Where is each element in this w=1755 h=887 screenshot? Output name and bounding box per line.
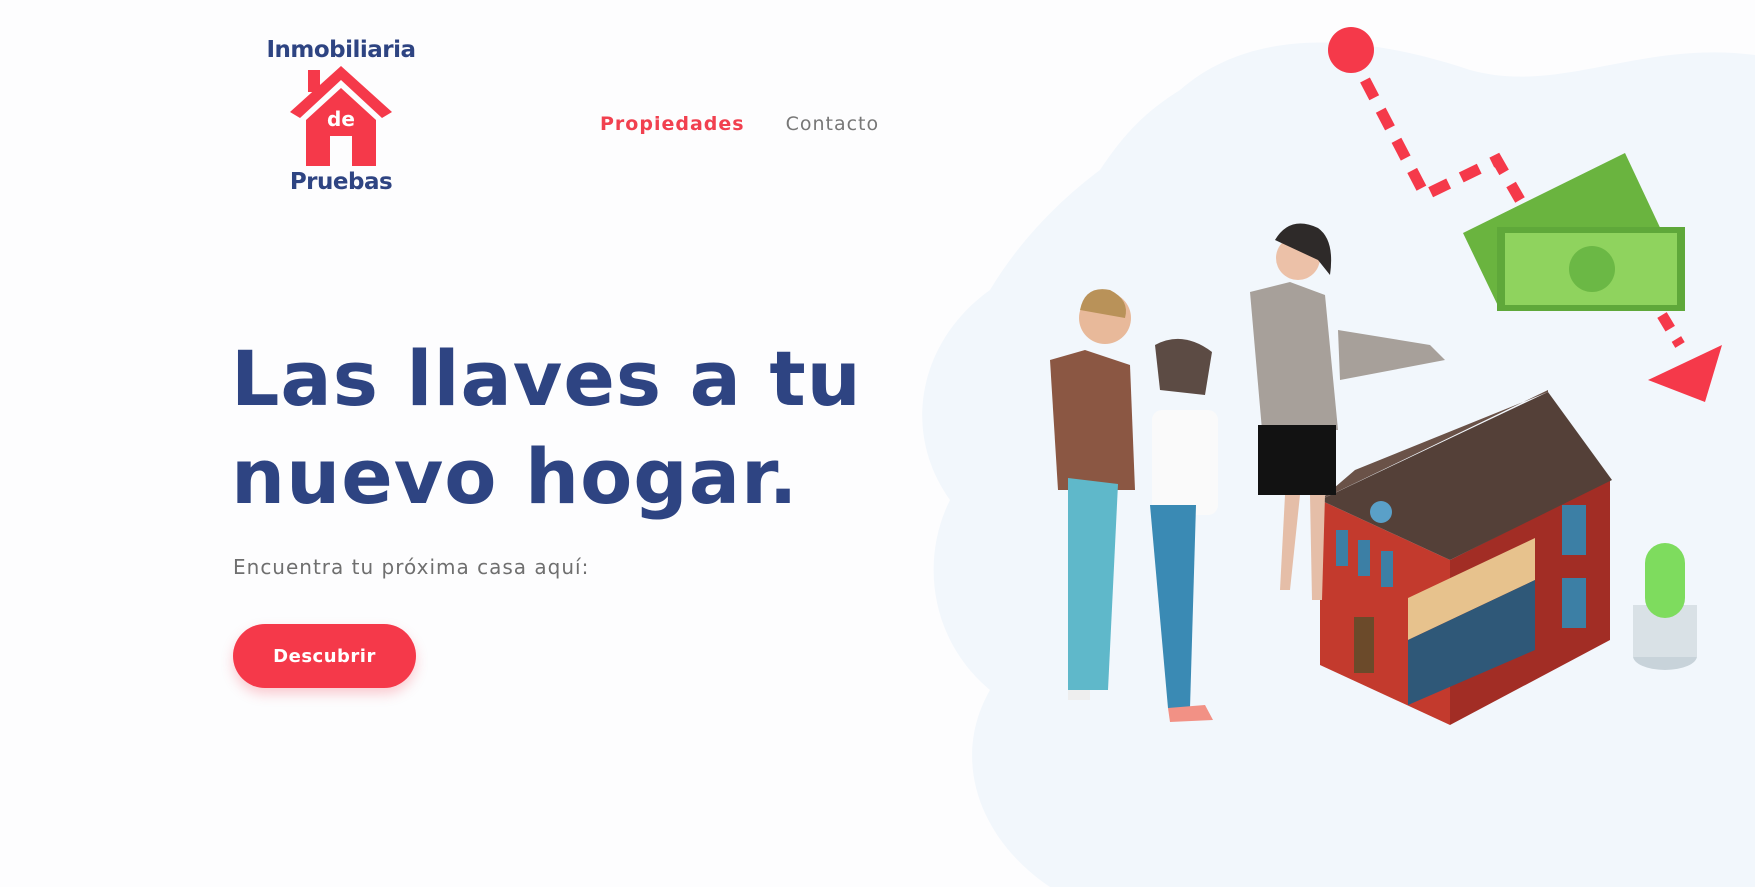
money-icon xyxy=(1463,153,1685,311)
plant-icon xyxy=(1633,543,1697,670)
house-icon xyxy=(1320,390,1612,725)
hero-illustration xyxy=(1050,27,1722,725)
